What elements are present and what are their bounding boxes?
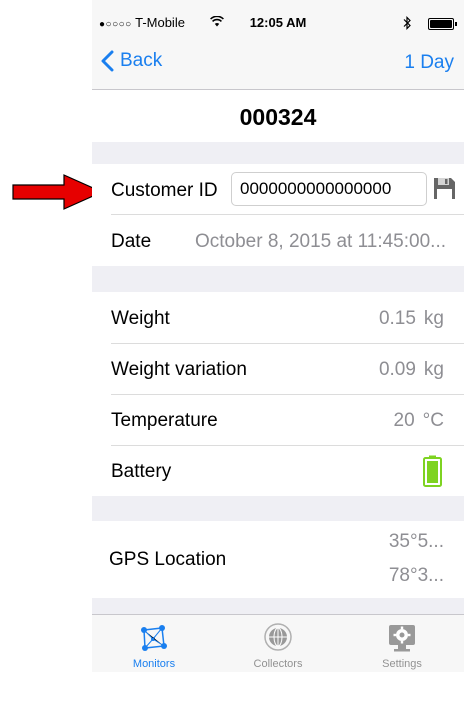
- weight-unit: kg: [423, 308, 444, 329]
- weight-label: Weight: [111, 308, 170, 329]
- tab-collectors[interactable]: Collectors: [216, 615, 340, 672]
- save-icon[interactable]: [433, 177, 456, 200]
- date-label: Date: [111, 231, 152, 252]
- weight-variation-row: Weight variation 0.09 kg: [92, 344, 464, 394]
- tab-settings[interactable]: Settings: [340, 615, 464, 672]
- gps-label: GPS Location: [109, 549, 227, 570]
- section-gap: [92, 496, 464, 521]
- customer-id-row: Customer ID: [92, 164, 464, 214]
- customer-id-label: Customer ID: [111, 180, 218, 201]
- temperature-row: Temperature 20 °C: [92, 395, 464, 445]
- date-row: Date October 8, 2015 at 11:45:00...: [92, 215, 464, 266]
- chevron-left-icon: [101, 50, 114, 72]
- phone-screen: ●○○○○ T-Mobile 12:05 AM Back 1 Day 00032…: [92, 0, 464, 672]
- annotation-arrow-icon: [12, 174, 104, 210]
- battery-full-icon: [423, 455, 442, 487]
- navigation-bar: Back 1 Day: [92, 36, 464, 90]
- temperature-unit: °C: [422, 410, 444, 431]
- tab-settings-label: Settings: [382, 658, 422, 670]
- weight-value: 0.15 kg: [379, 308, 444, 330]
- battery-status-icon: [428, 18, 457, 30]
- weight-variation-value: 0.09 kg: [379, 359, 444, 381]
- weight-variation-unit: kg: [423, 359, 444, 380]
- time-range-button[interactable]: 1 Day: [404, 52, 454, 74]
- section-gap: [92, 266, 464, 292]
- title-row: 000324: [92, 90, 464, 142]
- collectors-icon: [264, 623, 292, 651]
- tab-collectors-label: Collectors: [253, 658, 303, 670]
- tab-monitors[interactable]: Monitors: [92, 615, 216, 672]
- weight-number: 0.15: [378, 308, 416, 329]
- gps-latitude: 35°5...: [388, 531, 444, 552]
- tab-monitors-label: Monitors: [132, 658, 176, 670]
- weight-variation-label: Weight variation: [111, 359, 247, 380]
- temperature-number: 20: [393, 410, 415, 431]
- monitors-icon: [141, 625, 167, 651]
- temperature-value: 20 °C: [394, 410, 444, 432]
- date-value: October 8, 2015 at 11:45:00...: [194, 231, 446, 252]
- status-bar: ●○○○○ T-Mobile 12:05 AM: [92, 0, 464, 36]
- settings-icon: [389, 625, 415, 652]
- battery-row: Battery: [92, 446, 464, 496]
- section-gap: [92, 142, 464, 164]
- gps-longitude: 78°3...: [388, 565, 444, 586]
- back-label: Back: [120, 50, 163, 71]
- temperature-label: Temperature: [111, 410, 218, 431]
- section-gap: [92, 598, 464, 614]
- customer-id-input[interactable]: [231, 172, 427, 206]
- back-button[interactable]: Back: [101, 50, 162, 72]
- battery-label: Battery: [111, 461, 172, 482]
- gps-row: GPS Location 35°5... 78°3...: [92, 521, 464, 598]
- bluetooth-icon: [403, 16, 411, 30]
- tab-bar: Monitors Collectors Settings: [92, 614, 464, 672]
- page-title: 000324: [239, 104, 317, 130]
- weight-variation-number: 0.09: [378, 359, 416, 380]
- weight-row: Weight 0.15 kg: [92, 292, 464, 343]
